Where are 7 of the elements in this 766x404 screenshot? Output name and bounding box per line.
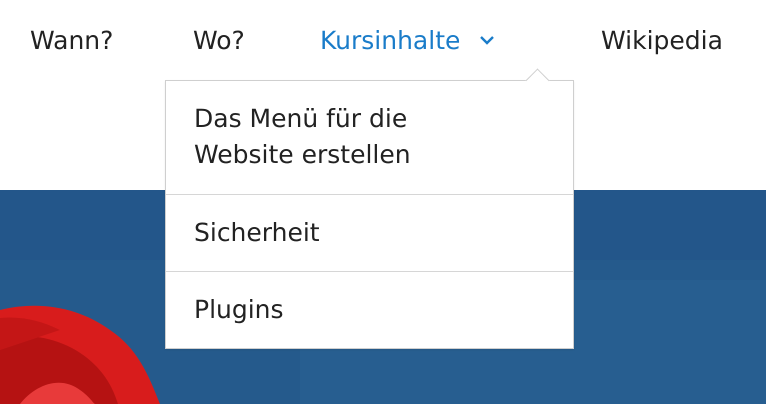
menu-item[interactable]: Das Menü für die Website erstellen: [166, 81, 573, 194]
nav-link[interactable]: Wo?: [193, 26, 320, 54]
menu-item[interactable]: Sicherheit: [166, 194, 573, 271]
nav-link[interactable]: Kursinhalte: [320, 26, 601, 54]
nav-link[interactable]: Wann?: [30, 26, 193, 54]
menu-item[interactable]: Plugins: [166, 270, 573, 348]
nav-link[interactable]: Wikipedia: [601, 26, 723, 54]
